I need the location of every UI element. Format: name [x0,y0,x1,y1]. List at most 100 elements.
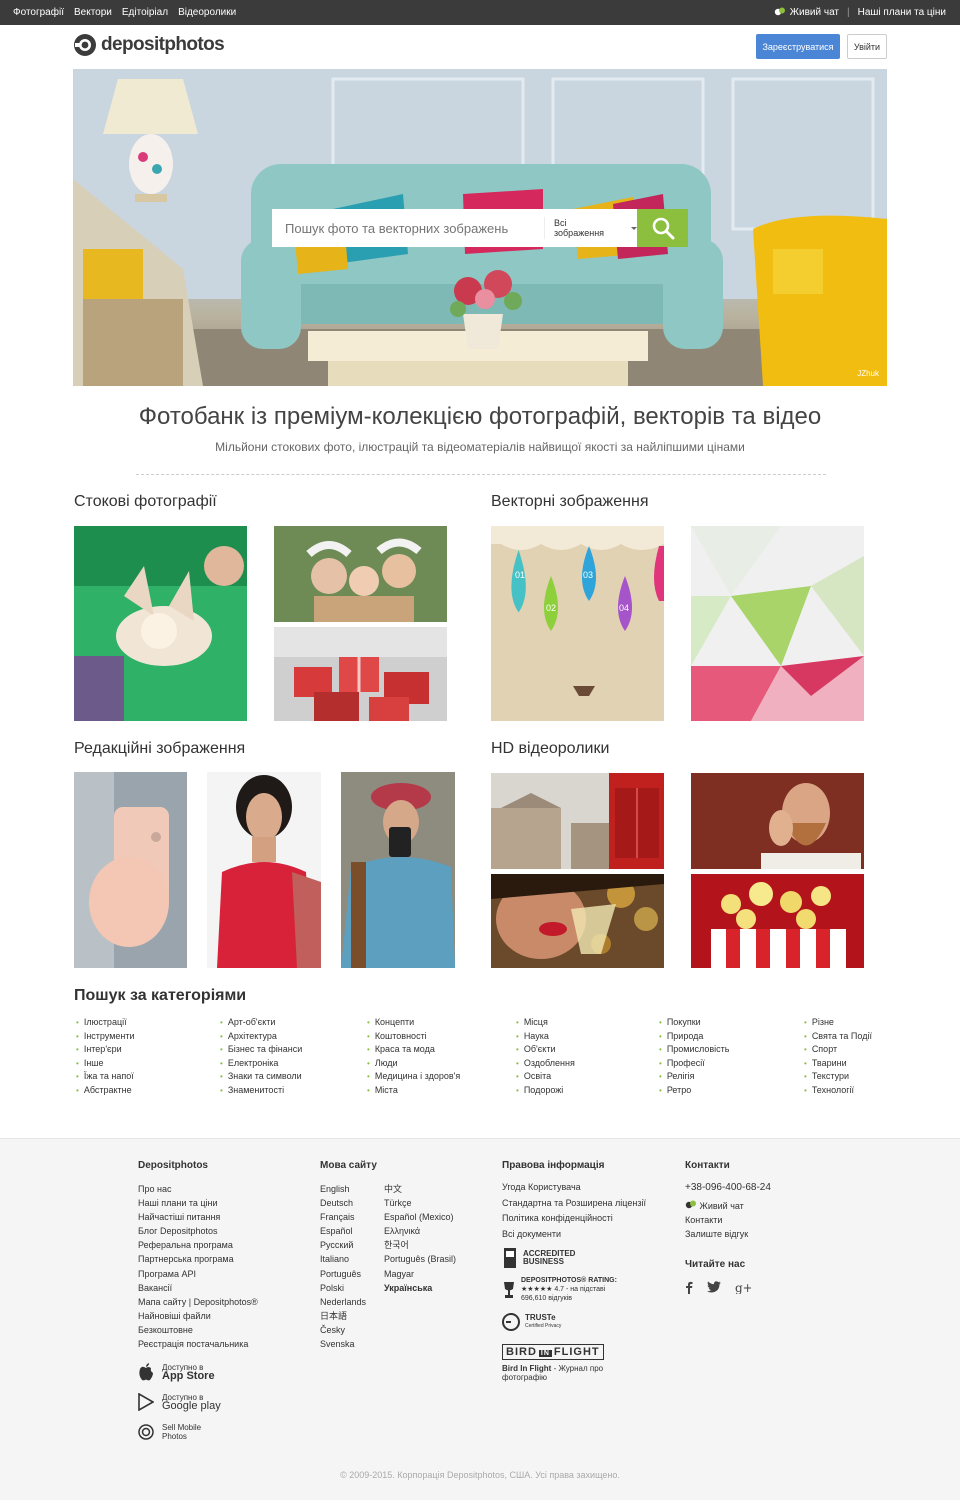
bird-in-flight-logo[interactable]: BIRD IN FLIGHT [502,1344,662,1360]
language-link[interactable]: 中文 [384,1182,474,1196]
sell-mobile-link[interactable]: Sell Mobile Photos [138,1423,308,1441]
video-bearded-man[interactable] [691,773,864,869]
footer-link[interactable]: Залиште відгук [685,1227,825,1241]
footer-link[interactable]: Стандартна та Розширена ліцензії [502,1198,662,1208]
truste-badge[interactable]: TRUSTe Certified Privacy [502,1313,662,1331]
footer-link[interactable]: Реєстрація постачальника [138,1337,308,1351]
category-link[interactable]: Ретро [659,1084,729,1098]
category-link[interactable]: Професії [659,1057,729,1071]
editorial-phone[interactable] [74,772,187,968]
category-link[interactable]: Оздоблення [516,1057,575,1071]
phone-number[interactable]: +38-096-400-68-24 [685,1182,825,1193]
video-champagne[interactable] [491,874,664,968]
category-link[interactable]: Релігія [659,1070,729,1084]
footer-link[interactable]: Блог Depositphotos [138,1224,308,1238]
stock-photos-title[interactable]: Стокові фотографії [74,493,217,511]
category-link[interactable]: Архітектура [220,1030,302,1044]
category-link[interactable]: Свята та Події [804,1030,872,1044]
video-popcorn[interactable] [691,874,864,968]
language-link[interactable]: Ελληνικά [384,1224,474,1238]
category-link[interactable]: Покупки [659,1016,729,1030]
category-link[interactable]: Різне [804,1016,872,1030]
nav-videos[interactable]: Відеоролики [178,7,236,18]
language-link-active[interactable]: Українська [384,1281,474,1295]
footer-link[interactable]: Угода Користувача [502,1182,662,1193]
footer-link[interactable]: Безкоштовне [138,1323,308,1337]
register-button[interactable]: Зареєструватися [756,34,840,59]
language-link[interactable]: 日本語 [320,1309,384,1323]
rating-badge[interactable]: DEPOSITPHOTOS® RATING: ★★★★★ 4.7 - на пі… [502,1276,662,1303]
video-london[interactable] [491,773,664,869]
footer-link[interactable]: Найновіші файли [138,1309,308,1323]
category-link[interactable]: Краса та мода [367,1043,460,1057]
category-link[interactable]: Їжа та напої [76,1070,135,1084]
category-link[interactable]: Текстури [804,1070,872,1084]
language-link[interactable]: Español (Mexico) [384,1210,474,1224]
category-link[interactable]: Абстрактне [76,1084,135,1098]
footer-link[interactable]: Реферальна програма [138,1238,308,1252]
language-link[interactable]: Deutsch [320,1196,384,1210]
login-button[interactable]: Увійти [847,34,887,59]
stock-photo-family[interactable] [274,526,447,622]
category-link[interactable]: Природа [659,1030,729,1044]
category-link[interactable]: Ілюстрації [76,1016,135,1030]
bbb-badge[interactable]: ACCREDITED BUSINESS [502,1248,662,1268]
footer-link[interactable]: Всі документи [502,1229,662,1240]
category-link[interactable]: Промисловість [659,1043,730,1057]
app-store-link[interactable]: Доступно в App Store [138,1363,308,1382]
language-link[interactable]: English [320,1182,384,1196]
category-link[interactable]: Освіта [516,1070,575,1084]
category-link[interactable]: Наука [516,1030,575,1044]
editorial-model[interactable] [207,772,321,968]
nav-vectors[interactable]: Вектори [74,7,112,18]
category-link[interactable]: Бізнес та фінанси [220,1043,302,1057]
category-link[interactable]: Медицина і здоров'я [367,1070,460,1084]
editorial-photographer[interactable] [341,772,455,968]
category-link[interactable]: Спорт [804,1043,872,1057]
footer-live-chat[interactable]: Живий чат [685,1199,825,1213]
live-chat-link[interactable]: Живий чат [774,7,839,18]
language-link[interactable]: Türkçe [384,1196,474,1210]
footer-link[interactable]: Мапа сайту | Depositphotos® [138,1295,308,1309]
category-link[interactable]: Знаменитості [220,1084,302,1098]
language-link[interactable]: Svenska [320,1337,384,1351]
footer-link[interactable]: Програма API [138,1267,308,1281]
language-link[interactable]: 한국어 [384,1238,474,1252]
footer-link[interactable]: Партнерська програма [138,1252,308,1266]
nav-editorial[interactable]: Едітоіріал [122,7,168,18]
stock-photo-gifts[interactable] [274,627,447,721]
videos-title[interactable]: HD відеоролики [491,740,609,758]
language-link[interactable]: Magyar [384,1267,474,1281]
plans-link[interactable]: Наші плани та ціни [858,7,946,18]
language-link[interactable]: Português [320,1267,384,1281]
footer-link[interactable]: Найчастіші питання [138,1210,308,1224]
facebook-icon[interactable] [685,1281,693,1295]
footer-link[interactable]: Про нас [138,1182,308,1196]
category-link[interactable]: Інше [76,1057,135,1071]
image-type-select[interactable]: Всі зображення [544,217,637,239]
category-link[interactable]: Місця [516,1016,575,1030]
category-link[interactable]: Концепти [367,1016,460,1030]
twitter-icon[interactable] [707,1281,721,1293]
footer-link[interactable]: Наші плани та ціни [138,1196,308,1210]
editorial-title[interactable]: Редакційні зображення [74,740,245,758]
search-button[interactable] [637,209,688,247]
language-link[interactable]: Português (Brasil) [384,1252,474,1266]
vector-infographic[interactable]: 01 02 03 04 [491,526,664,721]
logo[interactable]: depositphotos [73,33,225,57]
footer-link[interactable]: Контакти [685,1213,825,1227]
category-link[interactable]: Люди [367,1057,460,1071]
category-link[interactable]: Інструменти [76,1030,135,1044]
bif-name[interactable]: Bird In Flight [502,1364,551,1373]
category-link[interactable]: Міста [367,1084,460,1098]
vectors-title[interactable]: Векторні зображення [491,493,648,511]
language-link[interactable]: Italiano [320,1252,384,1266]
category-link[interactable]: Тварини [804,1057,872,1071]
category-link[interactable]: Знаки та символи [220,1070,302,1084]
category-link[interactable]: Коштовності [367,1030,460,1044]
google-plus-icon[interactable]: g+ [735,1281,751,1294]
language-link[interactable]: Español [320,1224,384,1238]
language-link[interactable]: Русский [320,1238,384,1252]
category-link[interactable]: Подорожі [516,1084,575,1098]
language-link[interactable]: Français [320,1210,384,1224]
